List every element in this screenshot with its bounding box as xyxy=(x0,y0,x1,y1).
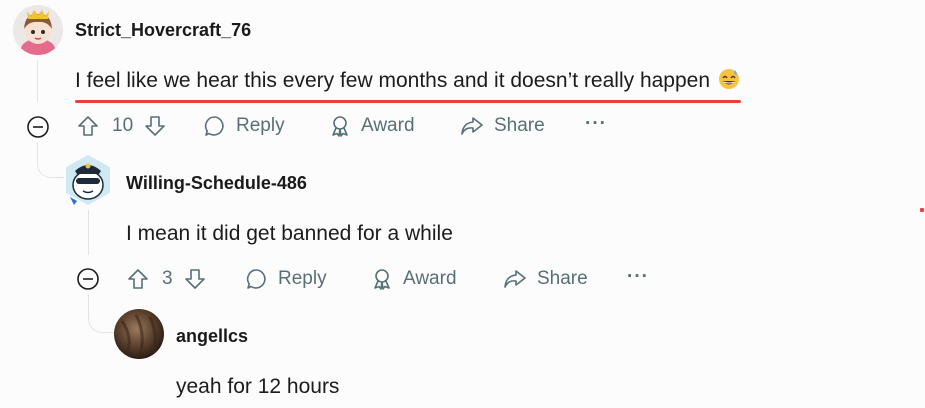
minus-circle-icon xyxy=(27,116,49,138)
vote-controls: 3 xyxy=(126,267,207,291)
username[interactable]: Strict_Hovercraft_76 xyxy=(75,20,251,41)
upvote-icon[interactable] xyxy=(126,267,150,291)
award-label: Award xyxy=(403,268,457,289)
thread-elbow-2 xyxy=(88,294,115,333)
reply-label: Reply xyxy=(278,268,327,289)
thread-line-1 xyxy=(37,60,38,102)
comment-body: I mean it did get banned for a while xyxy=(126,222,453,245)
share-button[interactable]: Share xyxy=(502,267,588,291)
comment-text: I feel like we hear this every few month… xyxy=(75,69,711,92)
red-underline-annotation xyxy=(75,100,741,103)
red-mark xyxy=(920,208,924,212)
more-options-icon: ··· xyxy=(585,113,607,134)
more-options-button[interactable]: ··· xyxy=(627,266,649,288)
reply-icon xyxy=(245,267,269,291)
avatar-image xyxy=(114,309,164,359)
downvote-icon[interactable] xyxy=(183,267,207,291)
comment-body: yeah for 12 hours xyxy=(176,375,340,398)
award-button[interactable]: Award xyxy=(370,267,457,291)
more-options-button[interactable]: ··· xyxy=(585,113,607,135)
avatar-image xyxy=(66,155,110,205)
username[interactable]: Willing-Schedule-486 xyxy=(126,173,307,194)
avatar[interactable] xyxy=(114,309,164,359)
reply-label: Reply xyxy=(236,115,285,136)
vote-count: 10 xyxy=(112,115,134,136)
share-label: Share xyxy=(494,115,545,136)
share-button[interactable]: Share xyxy=(459,114,545,138)
username[interactable]: angellcs xyxy=(176,326,248,347)
upvote-icon[interactable] xyxy=(76,114,100,138)
avatar[interactable] xyxy=(63,153,113,207)
award-button[interactable]: Award xyxy=(328,114,415,138)
thread-line-2 xyxy=(88,210,89,255)
share-icon xyxy=(459,114,485,138)
reply-button[interactable]: Reply xyxy=(203,114,285,138)
thread-elbow-1 xyxy=(37,142,64,178)
reply-icon xyxy=(203,114,227,138)
collapse-button[interactable] xyxy=(77,268,99,290)
award-icon xyxy=(328,114,352,138)
avatar[interactable] xyxy=(13,5,63,55)
downvote-icon[interactable] xyxy=(143,114,167,138)
vote-count: 3 xyxy=(162,268,173,289)
minus-circle-icon xyxy=(77,268,99,290)
collapse-button[interactable] xyxy=(27,116,49,138)
avatar-image xyxy=(13,5,63,55)
grinning-sweat-emoji-icon xyxy=(718,68,740,96)
share-label: Share xyxy=(537,268,588,289)
more-options-icon: ··· xyxy=(627,266,649,287)
reply-button[interactable]: Reply xyxy=(245,267,327,291)
comment-body: I feel like we hear this every few month… xyxy=(75,68,740,96)
award-label: Award xyxy=(361,115,415,136)
share-icon xyxy=(502,267,528,291)
award-icon xyxy=(370,267,394,291)
vote-controls: 10 xyxy=(76,114,167,138)
